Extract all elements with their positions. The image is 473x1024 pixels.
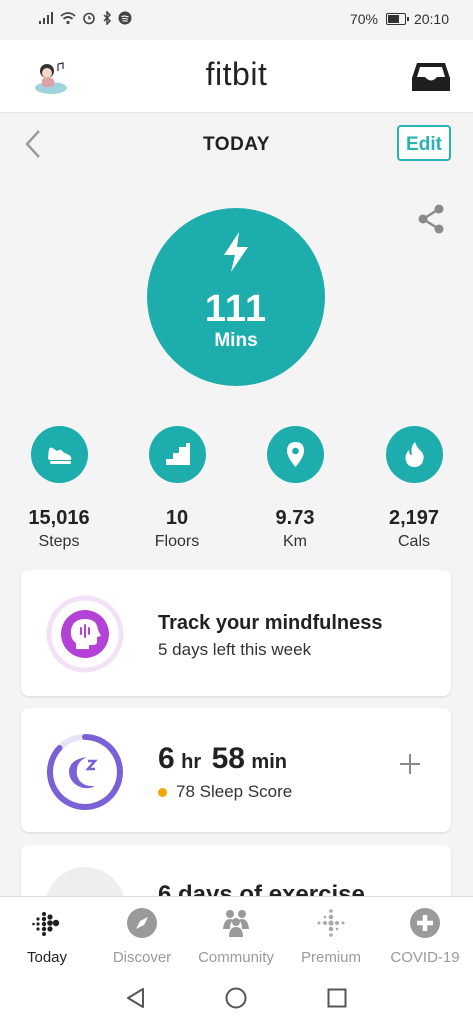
premium-dots-icon [317, 909, 345, 937]
sleep-card[interactable]: 6 hr 58 min 78 Sleep Score [21, 708, 451, 832]
active-minutes-value: 111 [204, 288, 268, 330]
status-bar: 70% 20:10 [0, 0, 473, 40]
distance-label: Km [283, 533, 307, 550]
compass-icon [127, 908, 157, 938]
sleep-minutes: 58 [211, 742, 245, 775]
nav-community[interactable]: Community [189, 907, 283, 966]
mindfulness-title: Track your mindfulness [158, 612, 383, 634]
location-pin-icon [266, 426, 324, 483]
lightning-bolt-icon [224, 232, 248, 272]
wifi-icon [60, 12, 76, 25]
steps-value: 15,016 [28, 507, 90, 529]
add-sleep-icon[interactable] [399, 753, 421, 775]
active-minutes-circle[interactable]: 111 Mins [147, 208, 325, 386]
nav-premium-label: Premium [300, 949, 361, 966]
battery-percent: 70% [349, 11, 378, 27]
stairs-icon [148, 426, 206, 483]
nav-today-label: Today [26, 949, 68, 966]
sleep-hours-unit: hr [181, 751, 202, 773]
sleep-score-dot [158, 787, 167, 797]
nav-discover-label: Discover [112, 949, 172, 966]
nav-discover[interactable]: Discover [95, 907, 189, 966]
status-icons-left [38, 11, 132, 25]
calories-label: Cals [397, 533, 430, 550]
system-home-icon[interactable] [224, 986, 248, 1010]
clock: 20:10 [413, 11, 449, 27]
mindfulness-card[interactable]: Track your mindfulness 5 days left this … [21, 570, 451, 696]
nav-covid[interactable]: COVID-19 [378, 907, 472, 966]
stat-floors[interactable]: 10 Floors [127, 426, 227, 551]
alarm-icon [83, 12, 95, 25]
nav-premium[interactable]: Premium [284, 907, 378, 966]
inbox-icon[interactable] [411, 60, 451, 94]
battery-icon [385, 13, 409, 25]
fitbit-logo: fitbit [205, 56, 268, 92]
status-icons-right: 70% 20:10 [350, 11, 449, 27]
flame-icon [385, 426, 443, 483]
system-back-icon[interactable] [124, 986, 148, 1010]
stat-steps[interactable]: 15,016 Steps [9, 426, 109, 551]
app-header: fitbit [0, 40, 473, 113]
stat-calories[interactable]: 2,197 Cals [364, 426, 464, 551]
sleep-score-text: 78 Sleep Score [176, 782, 293, 801]
sleep-hours: 6 [158, 742, 175, 775]
active-minutes-unit: Mins [214, 330, 258, 351]
mindfulness-head-icon [46, 595, 124, 673]
sleep-duration: 6 hr 58 min [158, 742, 293, 776]
date-navigation: TODAY Edit [0, 118, 473, 170]
calories-value: 2,197 [388, 507, 440, 529]
stat-distance[interactable]: 9.73 Km [245, 426, 345, 551]
floors-label: Floors [154, 533, 200, 550]
share-icon[interactable] [417, 204, 445, 234]
steps-label: Steps [38, 533, 80, 550]
floors-value: 10 [165, 507, 189, 529]
sleep-minutes-unit: min [251, 751, 287, 773]
fitbit-dots-icon [32, 912, 60, 936]
bluetooth-icon [103, 11, 112, 25]
nav-covid-label: COVID-19 [390, 949, 460, 966]
nav-community-label: Community [198, 949, 274, 966]
spotify-icon [118, 11, 132, 25]
bottom-navigation: Today Discover Community Premium COVID-1… [0, 896, 473, 973]
sleep-score: 78 Sleep Score [158, 782, 292, 802]
system-navigation-bar [0, 972, 473, 1024]
signal-icon [39, 12, 53, 24]
nav-today[interactable]: Today [0, 907, 94, 966]
system-recents-icon[interactable] [325, 986, 349, 1010]
edit-button[interactable]: Edit [397, 125, 451, 161]
plus-circle-icon [410, 908, 440, 938]
sleep-moon-icon [47, 734, 123, 810]
community-icon [223, 910, 249, 937]
shoe-icon [30, 426, 88, 483]
distance-value: 9.73 [275, 507, 315, 529]
mindfulness-subtitle: 5 days left this week [158, 640, 312, 659]
